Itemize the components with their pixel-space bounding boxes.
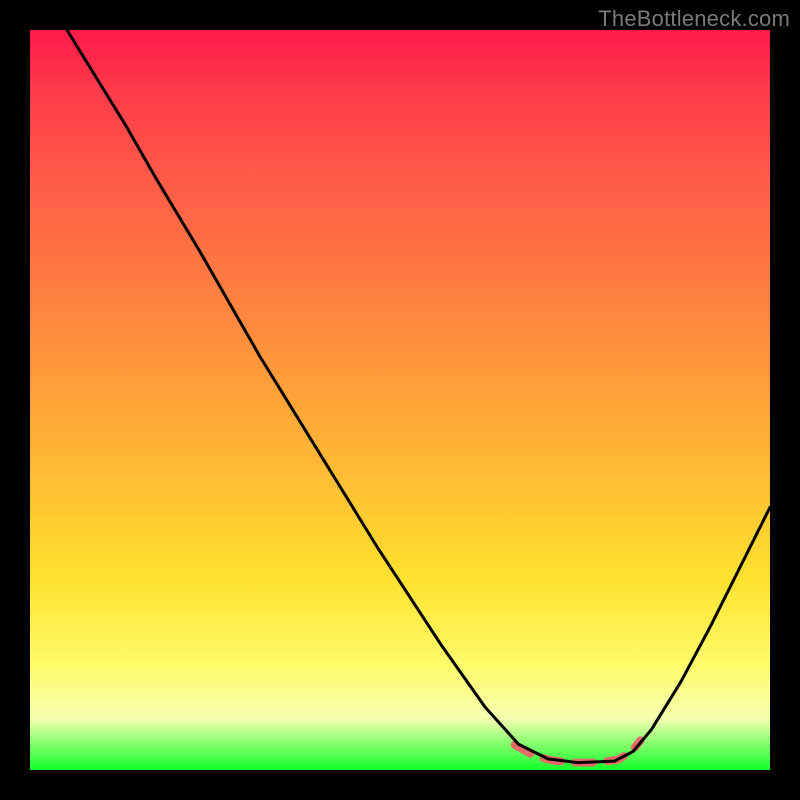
plot-area — [30, 30, 770, 770]
curve-layer — [30, 30, 770, 770]
chart-frame: TheBottleneck.com — [0, 0, 800, 800]
black-curve-line — [67, 30, 770, 763]
watermark-text: TheBottleneck.com — [598, 6, 790, 32]
